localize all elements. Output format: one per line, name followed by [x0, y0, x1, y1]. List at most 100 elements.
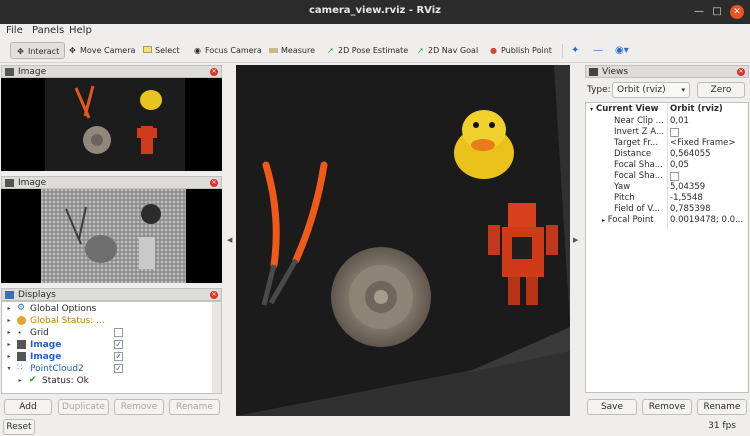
views-panel-header: Views ✕: [585, 65, 749, 78]
close-panel-icon[interactable]: ✕: [737, 68, 745, 76]
expand-arrow-icon[interactable]: ▸: [5, 303, 13, 315]
views-remove-button[interactable]: Remove: [642, 399, 692, 415]
prop-distance-value[interactable]: 0,564055: [670, 149, 748, 160]
interact-icon: ✥: [17, 47, 24, 56]
views-rename-button[interactable]: Rename: [697, 399, 747, 415]
prop-focal-shape-size: Focal Sha...: [614, 160, 663, 170]
displays-scrollbar[interactable]: [212, 302, 221, 393]
close-button[interactable]: ✕: [730, 5, 744, 19]
display-image-1[interactable]: ▸ Image ✓: [2, 339, 212, 351]
prop-focal-shape-fixed: Focal Sha...: [614, 171, 663, 181]
duplicate-button[interactable]: Duplicate: [58, 399, 109, 415]
prop-pitch: Pitch: [614, 193, 635, 203]
expand-arrow-icon[interactable]: ▸: [5, 327, 13, 339]
select-tool[interactable]: Select: [138, 42, 185, 59]
measure-tool[interactable]: Measure: [264, 42, 320, 59]
focal-point-label: Focal Point: [607, 215, 654, 225]
remove-button[interactable]: Remove: [114, 399, 164, 415]
pointcloud2-checkbox[interactable]: ✓: [114, 364, 123, 373]
prop-pitch-value[interactable]: -1,5548: [670, 193, 748, 204]
display-label: Grid: [30, 328, 49, 338]
display-grid[interactable]: ▸ ⋆ Grid: [2, 327, 212, 339]
menu-file[interactable]: File: [6, 25, 23, 36]
left-splitter-arrow-icon[interactable]: ◀: [227, 236, 232, 244]
menu-bar: File Panels Help: [0, 24, 750, 38]
current-view-value: Orbit (rviz): [670, 104, 723, 114]
expand-arrow-icon[interactable]: ▸: [5, 339, 13, 351]
focal-shape-checkbox[interactable]: [670, 172, 679, 181]
expand-arrow-icon[interactable]: ▸: [16, 375, 24, 387]
image-panel-1-title: Image: [18, 67, 47, 77]
select-label: Select: [155, 46, 180, 55]
nav-goal-tool[interactable]: ➚ 2D Nav Goal: [411, 42, 483, 59]
rgb-image: [45, 78, 185, 171]
display-global-status[interactable]: ▸ Global Status: ...: [2, 315, 212, 327]
reset-button[interactable]: Reset: [3, 419, 35, 435]
maximize-button[interactable]: □: [710, 5, 724, 19]
views-save-button[interactable]: Save: [587, 399, 637, 415]
pose-estimate-tool[interactable]: ➚ 2D Pose Estimate: [321, 42, 413, 59]
add-tool-icon[interactable]: ✦: [566, 42, 584, 59]
display-status-ok[interactable]: ▸ ✔ Status: Ok: [2, 375, 212, 387]
invert-z-checkbox[interactable]: [670, 128, 679, 137]
display-label: Global Status: ...: [30, 316, 105, 326]
grid-checkbox[interactable]: [114, 328, 123, 337]
prop-focal-shape-size-value[interactable]: 0,05: [670, 160, 748, 171]
close-panel-icon[interactable]: ✕: [210, 291, 218, 299]
dropdown-arrow-icon: ▾: [681, 86, 685, 94]
current-view-label: Current View: [595, 104, 659, 114]
publish-point-tool[interactable]: ● Publish Point: [484, 42, 557, 59]
prop-field-of-view-value[interactable]: 0,785398: [670, 204, 748, 215]
display-image-2[interactable]: ▸ Image ✓: [2, 351, 212, 363]
display-pointcloud2[interactable]: ▾ ∷ PointCloud2 ✓: [2, 363, 212, 375]
close-panel-icon[interactable]: ✕: [210, 179, 218, 187]
prop-focal-point-value[interactable]: 0.0019478; 0.0...: [670, 215, 748, 226]
image-1-checkbox[interactable]: ✓: [114, 340, 123, 349]
goal-arrow-icon: ➚: [417, 46, 424, 55]
prop-near-clip-value[interactable]: 0,01: [670, 116, 748, 127]
render-viewport[interactable]: [236, 65, 570, 416]
close-panel-icon[interactable]: ✕: [210, 68, 218, 76]
focus-camera-tool[interactable]: ◉ Focus Camera: [188, 42, 267, 59]
check-icon: ✔: [29, 375, 37, 385]
view-type-select[interactable]: Orbit (rviz) ▾: [612, 82, 690, 98]
remove-tool-icon[interactable]: —: [588, 42, 608, 59]
menu-help[interactable]: Help: [69, 25, 92, 36]
display-global-options[interactable]: ▸ ⚙ Global Options: [2, 303, 212, 315]
views-property-tree: ▾ Current View Orbit (rviz) Near Clip ..…: [585, 102, 749, 393]
add-button[interactable]: Add: [4, 399, 52, 415]
view-type-value: Orbit (rviz): [617, 85, 666, 95]
minimize-button[interactable]: —: [692, 5, 706, 19]
image-2-checkbox[interactable]: ✓: [114, 352, 123, 361]
zero-button[interactable]: Zero: [697, 82, 745, 98]
prop-yaw-value[interactable]: 5,04359: [670, 182, 748, 193]
right-splitter-arrow-icon[interactable]: ▶: [573, 236, 578, 244]
select-icon: [143, 46, 152, 53]
fps-readout: 31 fps: [708, 421, 736, 431]
move-camera-tool[interactable]: ✥ Move Camera: [63, 42, 140, 59]
expand-arrow-icon[interactable]: ▸: [5, 351, 13, 363]
prop-target-frame-value[interactable]: <Fixed Frame>: [670, 138, 748, 149]
rename-button[interactable]: Rename: [169, 399, 220, 415]
image-icon: [17, 340, 26, 349]
depth-image: [41, 189, 186, 283]
interact-tool[interactable]: ✥ Interact: [10, 42, 66, 59]
expand-arrow-icon[interactable]: ▸: [5, 315, 13, 327]
views-title: Views: [602, 67, 629, 77]
focus-icon: ◉: [194, 46, 201, 55]
prop-target-frame: Target Fr...: [614, 138, 659, 148]
ruler-icon: [269, 48, 278, 53]
prop-yaw: Yaw: [614, 182, 631, 192]
current-view-row[interactable]: ▾ Current View: [590, 104, 666, 115]
move-icon: ✥: [69, 46, 76, 55]
eye-icon[interactable]: ◉▾: [610, 42, 634, 59]
display-label: Status: Ok: [42, 376, 89, 386]
type-label: Type:: [587, 85, 611, 95]
image-panel-2-title: Image: [18, 178, 47, 188]
menu-panels[interactable]: Panels: [32, 25, 64, 36]
image-panel-2-header: Image ✕: [1, 176, 222, 189]
prop-focal-point[interactable]: ▸ Focal Point: [602, 215, 666, 226]
display-label: PointCloud2: [30, 364, 84, 374]
image-panel-1-header: Image ✕: [1, 65, 222, 78]
collapse-arrow-icon[interactable]: ▾: [5, 363, 13, 375]
